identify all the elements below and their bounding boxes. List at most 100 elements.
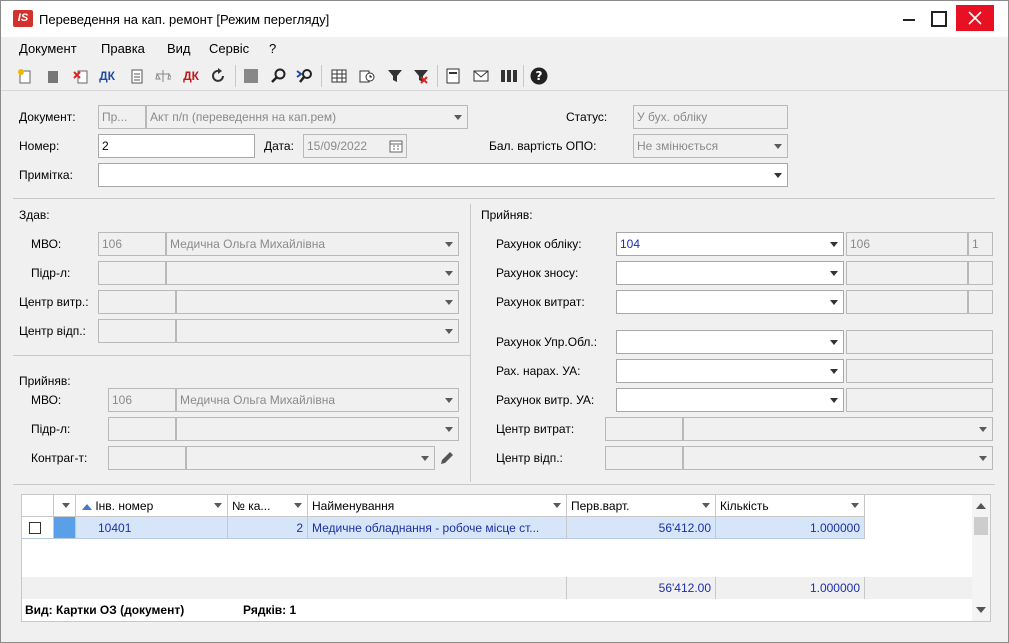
expense-account-select[interactable]: [616, 290, 844, 314]
menu-edit[interactable]: Правка: [101, 41, 145, 56]
accrual-account-code: [846, 359, 993, 383]
received-subdiv-select[interactable]: [176, 417, 459, 441]
column-header-cost[interactable]: Перв.варт.: [567, 495, 716, 517]
column-header-menu[interactable]: [54, 495, 76, 517]
received-mvo-select[interactable]: Медична Ольга Михайлівна: [176, 388, 459, 412]
wear-account-label: Рахунок зносу:: [496, 266, 579, 280]
document-label: Документ:: [19, 110, 76, 124]
received-subdiv-code[interactable]: [108, 417, 176, 441]
gave-subdiv-code[interactable]: [98, 261, 166, 285]
clear-filter-icon[interactable]: [411, 66, 431, 86]
status-label: Статус:: [566, 110, 608, 124]
gave-cost-center-select[interactable]: [176, 290, 459, 314]
mgmt-account-select[interactable]: [616, 330, 844, 354]
table-cell-qty[interactable]: 1.000000: [716, 517, 865, 539]
scroll-thumb[interactable]: [974, 517, 988, 535]
balance-icon[interactable]: [153, 66, 173, 86]
column-label-name: Найменування: [312, 499, 395, 513]
date-field[interactable]: 15/09/2022: [303, 134, 407, 158]
gave-section-title: Здав:: [19, 208, 50, 222]
help-icon[interactable]: ?: [529, 66, 549, 86]
chevron-down-icon: [421, 456, 429, 461]
received-mvo-code-value: 106: [112, 393, 133, 407]
vertical-scrollbar[interactable]: [972, 495, 990, 621]
chevron-down-icon: [445, 329, 453, 334]
delete-icon[interactable]: [71, 66, 91, 86]
unpost-icon[interactable]: ДК: [181, 66, 201, 86]
chevron-down-icon: [445, 271, 453, 276]
scroll-down-icon[interactable]: [976, 607, 986, 613]
new-document-icon[interactable]: [15, 66, 35, 86]
menu-document[interactable]: Документ: [19, 41, 77, 56]
pencil-icon[interactable]: [439, 450, 455, 466]
right-cost-center-select[interactable]: [683, 417, 993, 441]
minimize-button[interactable]: [891, 5, 925, 31]
exp-ua-account-select[interactable]: [616, 388, 844, 412]
document-view-icon[interactable]: [127, 66, 147, 86]
stop-icon[interactable]: [241, 66, 261, 86]
wear-account-select[interactable]: [616, 261, 844, 285]
divider: [470, 204, 471, 482]
main-window: IS Переведення на кап. ремонт [Режим пер…: [0, 0, 1009, 643]
row-checkbox-cell[interactable]: [22, 517, 54, 539]
menu-view[interactable]: Вид: [167, 41, 191, 56]
gave-resp-center-code[interactable]: [98, 319, 176, 343]
gave-subdiv-select[interactable]: [166, 261, 459, 285]
edit-icon[interactable]: [43, 66, 63, 86]
gave-mvo-select[interactable]: Медична Ольга Михайлівна: [166, 232, 459, 256]
calendar-icon[interactable]: [389, 139, 403, 153]
expense-account-code: [846, 290, 968, 314]
window-title: Переведення на кап. ремонт [Режим перегл…: [39, 12, 330, 27]
account-select[interactable]: 104: [616, 232, 844, 256]
document-code-field[interactable]: Пр...: [98, 105, 146, 129]
column-header-qty[interactable]: Кількість: [716, 495, 865, 517]
column-header-inv[interactable]: Інв. номер: [76, 495, 228, 517]
received-mvo-code[interactable]: 106: [108, 388, 176, 412]
mail-icon[interactable]: [471, 66, 491, 86]
history-icon[interactable]: [357, 66, 377, 86]
note-label: Примітка:: [19, 168, 73, 182]
refresh-icon[interactable]: [209, 66, 229, 86]
received-contractor-code[interactable]: [108, 446, 186, 470]
right-resp-center-select[interactable]: [683, 446, 993, 470]
table-cell-inv[interactable]: 10401: [76, 517, 228, 539]
document-type-select[interactable]: Акт п/п (переведення на кап.рем): [146, 105, 468, 129]
maximize-button[interactable]: [921, 5, 955, 31]
gave-cost-center-code[interactable]: [98, 290, 176, 314]
table-icon[interactable]: [329, 66, 349, 86]
table-cell-num[interactable]: 2: [228, 517, 308, 539]
post-icon[interactable]: ДК: [97, 66, 117, 86]
chevron-down-icon: [294, 503, 302, 508]
column-header-name[interactable]: Найменування: [308, 495, 567, 517]
menu-service[interactable]: Сервіс: [209, 41, 249, 56]
search-next-icon[interactable]: [295, 66, 315, 86]
form-icon[interactable]: [443, 66, 463, 86]
rows-count: Рядків: 1: [243, 603, 297, 617]
column-header-select[interactable]: [22, 495, 54, 517]
menu-help[interactable]: ?: [269, 41, 276, 56]
filter-icon[interactable]: [385, 66, 405, 86]
column-label-cost: Перв.варт.: [571, 499, 630, 513]
close-button[interactable]: [956, 5, 994, 31]
balance-select[interactable]: Не змінюється: [633, 134, 788, 158]
chevron-down-icon: [214, 503, 222, 508]
table-cell-name[interactable]: Медичне обладнання - робоче місце ст...: [308, 517, 567, 539]
view-label: Вид: Картки ОЗ (документ): [25, 603, 185, 617]
note-input[interactable]: [98, 163, 788, 187]
accrual-account-select[interactable]: [616, 359, 844, 383]
number-input[interactable]: 2: [98, 134, 255, 158]
search-icon[interactable]: [269, 66, 289, 86]
received-contractor-select[interactable]: [186, 446, 435, 470]
column-header-num[interactable]: № ка...: [228, 495, 308, 517]
received-mvo-name-value: Медична Ольга Михайлівна: [180, 393, 335, 407]
gave-resp-center-select[interactable]: [176, 319, 459, 343]
right-cost-center-code[interactable]: [605, 417, 683, 441]
right-resp-center-code[interactable]: [605, 446, 683, 470]
toolbar: ДК ДК ?: [1, 61, 1008, 91]
scroll-up-icon[interactable]: [976, 503, 986, 509]
table-cell-cost[interactable]: 56'412.00: [567, 517, 716, 539]
row-checkbox[interactable]: [29, 522, 41, 534]
gave-mvo-code[interactable]: 106: [98, 232, 166, 256]
column-label-num: № ка...: [232, 499, 271, 513]
calculator-icon[interactable]: [499, 66, 519, 86]
